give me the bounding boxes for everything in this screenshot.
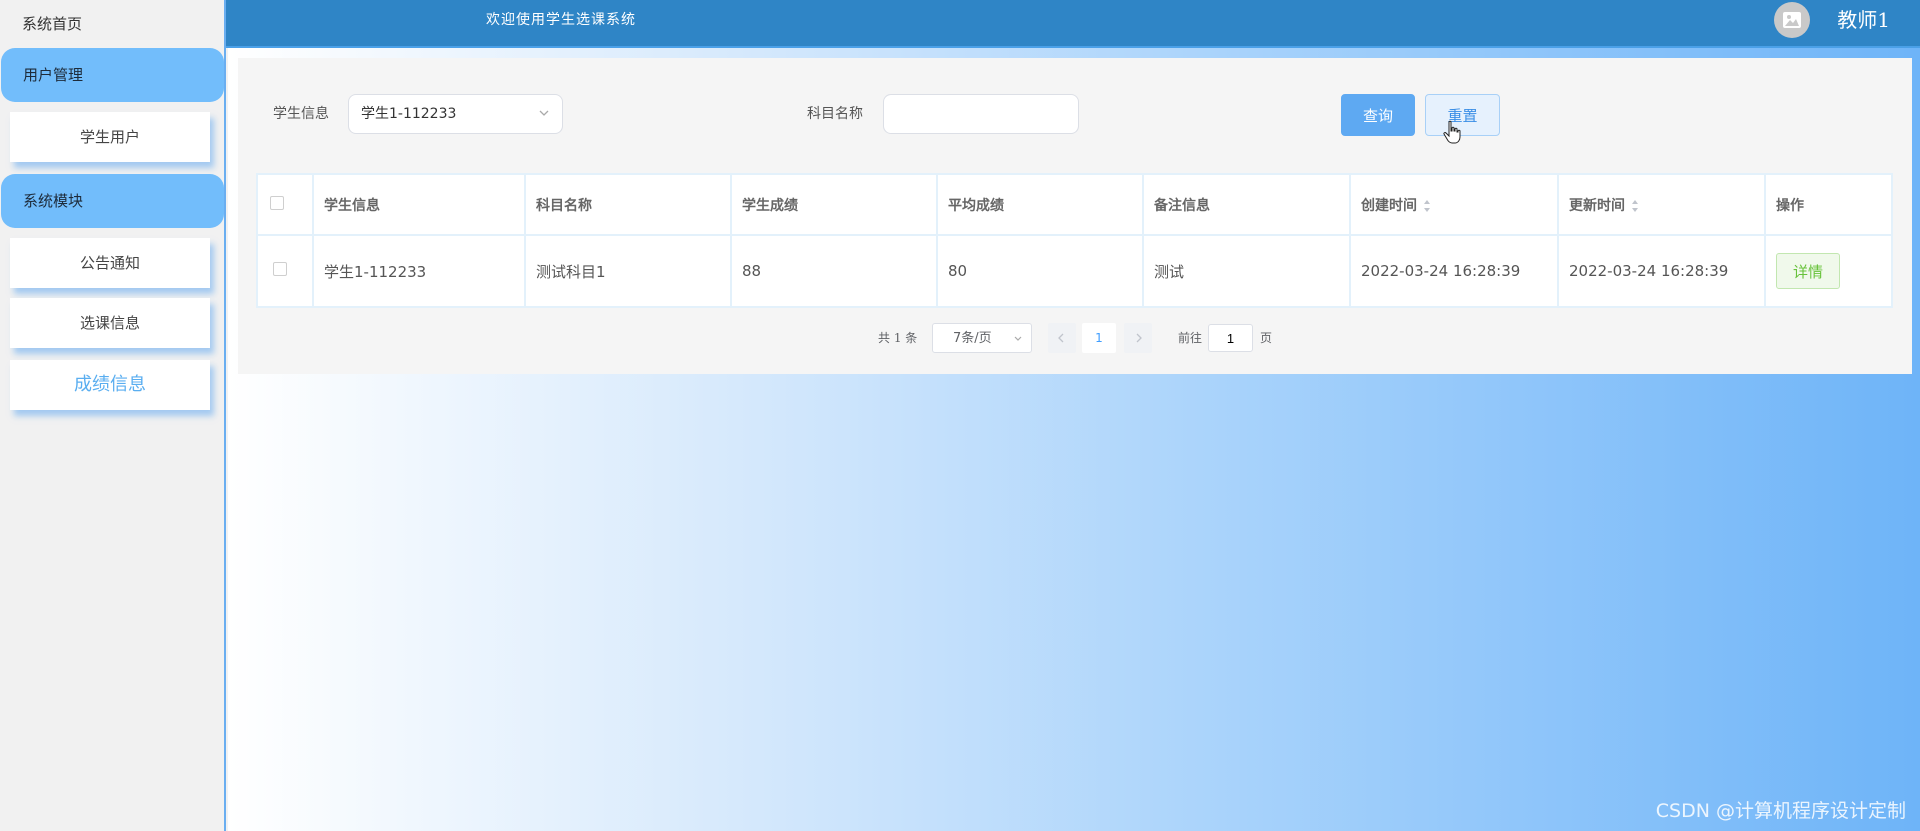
student-select[interactable]: 学生1-112233 bbox=[348, 94, 563, 134]
user-name[interactable]: 教师1 bbox=[1837, 0, 1890, 40]
table-header-row: 学生信息 科目名称 学生成绩 平均成绩 备注信息 创建时间 更新时间 操作 bbox=[256, 173, 1893, 236]
goto-page-input[interactable] bbox=[1208, 324, 1253, 352]
sort-icon[interactable] bbox=[1423, 199, 1431, 213]
sort-icon[interactable] bbox=[1631, 199, 1639, 213]
row-checkbox[interactable] bbox=[273, 262, 287, 276]
top-header: 欢迎使用学生选课系统 教师1 bbox=[226, 0, 1920, 48]
sidebar-item-home[interactable]: 系统首页 bbox=[0, 0, 224, 48]
prev-page-button[interactable] bbox=[1048, 323, 1076, 353]
sidebar: 系统首页 用户管理 学生用户 系统模块 公告通知 选课信息 成绩信息 bbox=[0, 0, 226, 831]
col-created-time[interactable]: 创建时间 bbox=[1349, 173, 1559, 236]
col-actions: 操作 bbox=[1764, 173, 1893, 236]
page-size-value: 7条/页 bbox=[953, 331, 992, 346]
goto-label: 前往 bbox=[1178, 331, 1203, 345]
sidebar-item-grades[interactable]: 成绩信息 bbox=[10, 360, 210, 410]
sidebar-item-announcements[interactable]: 公告通知 bbox=[10, 238, 210, 288]
page-unit-label: 页 bbox=[1260, 331, 1273, 345]
row-checkbox-cell[interactable] bbox=[256, 234, 314, 308]
col-updated-time-label: 更新时间 bbox=[1569, 197, 1625, 214]
col-subject-name: 科目名称 bbox=[524, 173, 732, 236]
chevron-right-icon bbox=[1136, 333, 1142, 343]
col-average-score: 平均成绩 bbox=[936, 173, 1144, 236]
page-number-1[interactable]: 1 bbox=[1082, 323, 1116, 353]
page-size-select[interactable]: 7条/页 bbox=[932, 323, 1032, 353]
welcome-title: 欢迎使用学生选课系统 bbox=[486, 12, 636, 28]
cell-actions: 详情 bbox=[1764, 234, 1893, 308]
header-checkbox-cell[interactable] bbox=[256, 173, 314, 236]
pagination-total: 共 1 条 bbox=[878, 331, 918, 345]
subject-name-input[interactable] bbox=[883, 94, 1079, 134]
cell-student: 学生1-112233 bbox=[312, 234, 526, 308]
chevron-left-icon bbox=[1058, 333, 1064, 343]
grades-table: 学生信息 科目名称 学生成绩 平均成绩 备注信息 创建时间 更新时间 操作 学生… bbox=[256, 173, 1893, 308]
hand-cursor-icon bbox=[1443, 120, 1461, 144]
reset-button[interactable]: 重置 bbox=[1425, 94, 1500, 136]
cell-remark: 测试 bbox=[1142, 234, 1351, 308]
detail-button[interactable]: 详情 bbox=[1776, 253, 1840, 289]
sidebar-item-student-users[interactable]: 学生用户 bbox=[10, 112, 210, 162]
next-page-button[interactable] bbox=[1124, 323, 1152, 353]
col-student-info: 学生信息 bbox=[312, 173, 526, 236]
watermark: CSDN @计算机程序设计定制 bbox=[1655, 800, 1906, 822]
subject-name-label: 科目名称 bbox=[807, 106, 863, 122]
student-info-label: 学生信息 bbox=[273, 106, 329, 122]
sidebar-group-user-management[interactable]: 用户管理 bbox=[1, 48, 224, 102]
student-select-value: 学生1-112233 bbox=[361, 106, 457, 122]
col-updated-time[interactable]: 更新时间 bbox=[1557, 173, 1766, 236]
image-icon bbox=[1783, 12, 1801, 28]
select-all-checkbox[interactable] bbox=[270, 195, 284, 210]
sidebar-item-course-selection[interactable]: 选课信息 bbox=[10, 298, 210, 348]
cell-created: 2022-03-24 16:28:39 bbox=[1349, 234, 1559, 308]
table-row: 学生1-112233 测试科目1 88 80 测试 2022-03-24 16:… bbox=[256, 234, 1893, 308]
cell-subject: 测试科目1 bbox=[524, 234, 732, 308]
cell-score: 88 bbox=[730, 234, 938, 308]
cell-average: 80 bbox=[936, 234, 1144, 308]
avatar[interactable] bbox=[1774, 2, 1810, 38]
query-button[interactable]: 查询 bbox=[1341, 94, 1415, 136]
cell-updated: 2022-03-24 16:28:39 bbox=[1557, 234, 1766, 308]
sidebar-group-system-module[interactable]: 系统模块 bbox=[1, 174, 224, 228]
chevron-down-icon bbox=[538, 95, 550, 148]
chevron-down-icon bbox=[1013, 324, 1023, 366]
col-student-score: 学生成绩 bbox=[730, 173, 938, 236]
col-created-time-label: 创建时间 bbox=[1361, 197, 1417, 214]
col-remark: 备注信息 bbox=[1142, 173, 1351, 236]
